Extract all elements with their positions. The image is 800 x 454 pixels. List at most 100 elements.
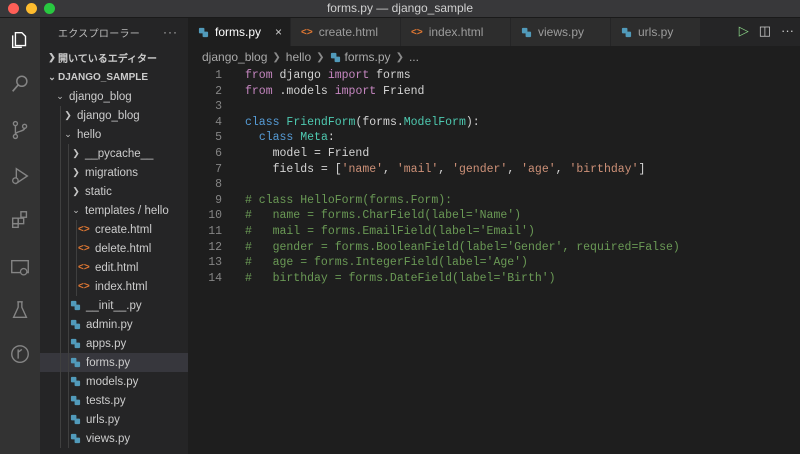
tree-file[interactable]: <> index.html (40, 277, 188, 296)
editor-tab[interactable]: views.py (511, 18, 611, 46)
tree-file[interactable]: apps.py (40, 334, 188, 353)
open-editors-section[interactable]: ❯ 開いているエディター (40, 47, 188, 67)
code-editor[interactable]: 1 from django import forms 2 from .models i… (188, 68, 800, 454)
tree-file[interactable]: tests.py (40, 391, 188, 410)
code-text: class FriendForm(forms.ModelForm): (245, 115, 480, 131)
code-token: .models (279, 84, 335, 98)
indent-guide (60, 144, 61, 163)
line-number: 14 (208, 271, 222, 285)
tree-label: urls.py (86, 413, 120, 426)
code-token: , (555, 162, 570, 176)
tree-file[interactable]: <> delete.html (40, 239, 188, 258)
python-file-icon (70, 357, 81, 368)
line-number: 4 (215, 115, 222, 129)
editor-tab[interactable]: <> index.html (401, 18, 511, 46)
code-token: fields = [ (272, 162, 342, 176)
tree-folder[interactable]: ❯ static (40, 182, 188, 201)
code-token: # gender = forms.BooleanField(label='Gen… (245, 240, 680, 254)
editor-tab[interactable]: <> create.html (291, 18, 401, 46)
testing-icon[interactable] (8, 298, 32, 322)
indent-guide (76, 239, 77, 258)
source-control-icon[interactable] (8, 118, 32, 142)
tree-folder[interactable]: ⌄ hello (40, 125, 188, 144)
chevron-down-icon: ⌄ (48, 71, 56, 82)
html-file-icon: <> (411, 26, 423, 38)
indent-guide (60, 410, 61, 429)
tree-folder[interactable]: ❯ __pycache__ (40, 144, 188, 163)
indent-guide (60, 125, 61, 144)
tree-file[interactable]: admin.py (40, 315, 188, 334)
breadcrumb-item[interactable]: ... (409, 50, 419, 64)
run-icon[interactable]: ▷ (739, 23, 749, 39)
breadcrumb-item[interactable]: forms.py (345, 50, 391, 64)
tree-label: apps.py (86, 337, 127, 350)
editor-tab[interactable]: urls.py (611, 18, 701, 46)
indent-guide (60, 220, 61, 239)
indent-guide (68, 429, 69, 448)
code-token: Friend (383, 84, 425, 98)
code-line: 4 class FriendForm(forms.ModelForm): (188, 115, 800, 131)
code-token: 'mail' (396, 162, 439, 176)
code-token: ] (638, 162, 646, 176)
chevron-down-icon: ⌄ (64, 129, 72, 139)
close-tab-icon[interactable]: × (275, 25, 282, 39)
tree-folder[interactable]: ❯ migrations (40, 163, 188, 182)
line-number: 3 (215, 100, 222, 114)
tree-file[interactable]: views.py (40, 429, 188, 448)
indent-guide (68, 258, 69, 277)
search-icon[interactable] (8, 72, 32, 96)
tree-label: __pycache__ (85, 147, 154, 160)
code-token: from (245, 69, 280, 82)
indent-guide (76, 277, 77, 296)
project-section[interactable]: ⌄ DJANGO_SAMPLE (40, 67, 188, 87)
breadcrumb-item[interactable]: django_blog (202, 50, 267, 64)
code-text: # age = forms.IntegerField(label='Age') (245, 255, 528, 271)
tree-folder[interactable]: ⌄ django_blog (40, 87, 188, 106)
chevron-right-icon: ❯ (72, 167, 80, 177)
python-file-icon (70, 319, 81, 330)
extensions-icon[interactable] (8, 208, 32, 232)
title-bar: forms.py — django_sample (0, 0, 800, 18)
tree-file[interactable]: models.py (40, 372, 188, 391)
editor-actions: ▷ ◫ ··· (739, 23, 794, 39)
indent-guide (60, 258, 61, 277)
code-token: django (279, 69, 328, 82)
indent-guide (60, 163, 61, 182)
tree-file[interactable]: urls.py (40, 410, 188, 429)
code-line: 14 # birthday = forms.DateField(label='Bi… (188, 271, 800, 287)
indent-guide (60, 296, 61, 315)
indent-guide (68, 334, 69, 353)
run-debug-icon[interactable] (8, 164, 32, 188)
editor-tab[interactable]: forms.py × (188, 18, 291, 46)
chevron-right-icon: ❯ (316, 51, 325, 63)
code-token: Meta (300, 131, 328, 145)
tree-label: hello (77, 128, 102, 141)
breadcrumb-item[interactable]: hello (286, 50, 311, 64)
indent-guide (76, 220, 77, 239)
more-actions-icon[interactable]: ··· (163, 25, 178, 39)
indent-guide (68, 372, 69, 391)
tree-file[interactable]: __init__.py (40, 296, 188, 315)
explorer-icon[interactable] (8, 28, 32, 52)
tree-label: delete.html (95, 242, 152, 255)
line-number: 2 (215, 84, 222, 98)
tree-file[interactable]: forms.py (40, 353, 188, 372)
code-token: # name = forms.CharField(label='Name') (245, 209, 522, 223)
tree-folder[interactable]: ❯ django_blog (40, 106, 188, 125)
more-actions-icon[interactable]: ··· (781, 23, 794, 39)
remote-explorer-icon[interactable] (8, 256, 32, 280)
file-tree: ⌄ django_blog ❯ django_blog ⌄ hello ❯ __pycache… (40, 87, 188, 448)
code-token: 'name' (341, 162, 384, 176)
open-editors-label: 開いているエディター (58, 53, 157, 65)
tree-file[interactable]: <> edit.html (40, 258, 188, 277)
chevron-down-icon: ⌄ (56, 91, 64, 101)
split-editor-icon[interactable]: ◫ (759, 23, 771, 39)
tree-file[interactable]: <> create.html (40, 220, 188, 239)
python-file-icon (330, 52, 341, 63)
tree-folder[interactable]: ⌄ templates / hello (40, 201, 188, 220)
python-file-icon (70, 414, 81, 425)
code-token: 'birthday' (569, 162, 639, 176)
code-token: model = Friend (272, 147, 370, 160)
python-file-icon (70, 395, 81, 406)
git-graph-icon[interactable] (8, 342, 32, 366)
